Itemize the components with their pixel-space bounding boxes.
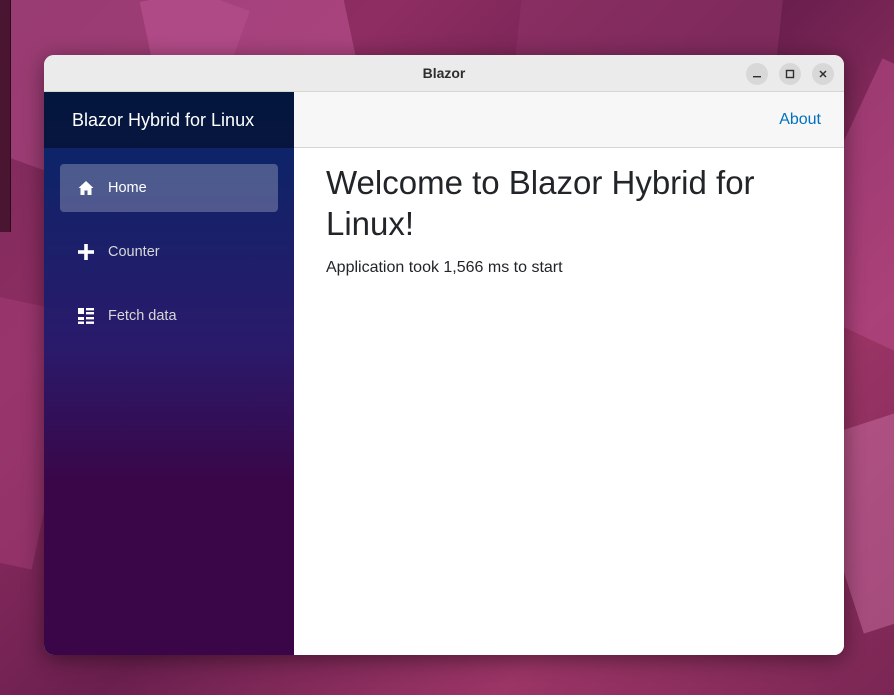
background-window-edge	[0, 0, 11, 232]
window-title: Blazor	[422, 65, 466, 81]
sidebar-item-label: Counter	[108, 244, 160, 260]
plus-icon	[75, 241, 97, 263]
minimize-button[interactable]	[746, 63, 768, 85]
sidebar: Blazor Hybrid for Linux Home Counter Fet…	[44, 92, 294, 655]
sidebar-item-label: Home	[108, 180, 147, 196]
window-controls	[746, 63, 834, 85]
brand-title[interactable]: Blazor Hybrid for Linux	[44, 92, 294, 148]
sidebar-item-home[interactable]: Home	[60, 164, 278, 212]
close-icon	[819, 70, 827, 78]
page-title: Welcome to Blazor Hybrid for Linux!	[326, 164, 755, 243]
about-link[interactable]: About	[779, 111, 821, 129]
page-content: Welcome to Blazor Hybrid for Linux! Appl…	[294, 148, 844, 291]
title-bar[interactable]: Blazor	[44, 55, 844, 92]
main-content: About Welcome to Blazor Hybrid for Linux…	[294, 92, 844, 655]
maximize-icon	[785, 69, 795, 79]
sidebar-item-counter[interactable]: Counter	[60, 228, 278, 276]
startup-time-text: Application took 1,566 ms to start	[326, 258, 563, 276]
sidebar-item-label: Fetch data	[108, 308, 177, 324]
app-window: Blazor Blazor Hybrid for Linux Home Coun…	[44, 55, 844, 655]
maximize-button[interactable]	[779, 63, 801, 85]
nav-menu: Home Counter Fetch data	[44, 148, 294, 340]
list-icon	[75, 305, 97, 327]
home-icon	[75, 177, 97, 199]
top-row: About	[294, 92, 844, 148]
close-button[interactable]	[812, 63, 834, 85]
sidebar-item-fetch-data[interactable]: Fetch data	[60, 292, 278, 340]
minimize-icon	[753, 76, 761, 78]
